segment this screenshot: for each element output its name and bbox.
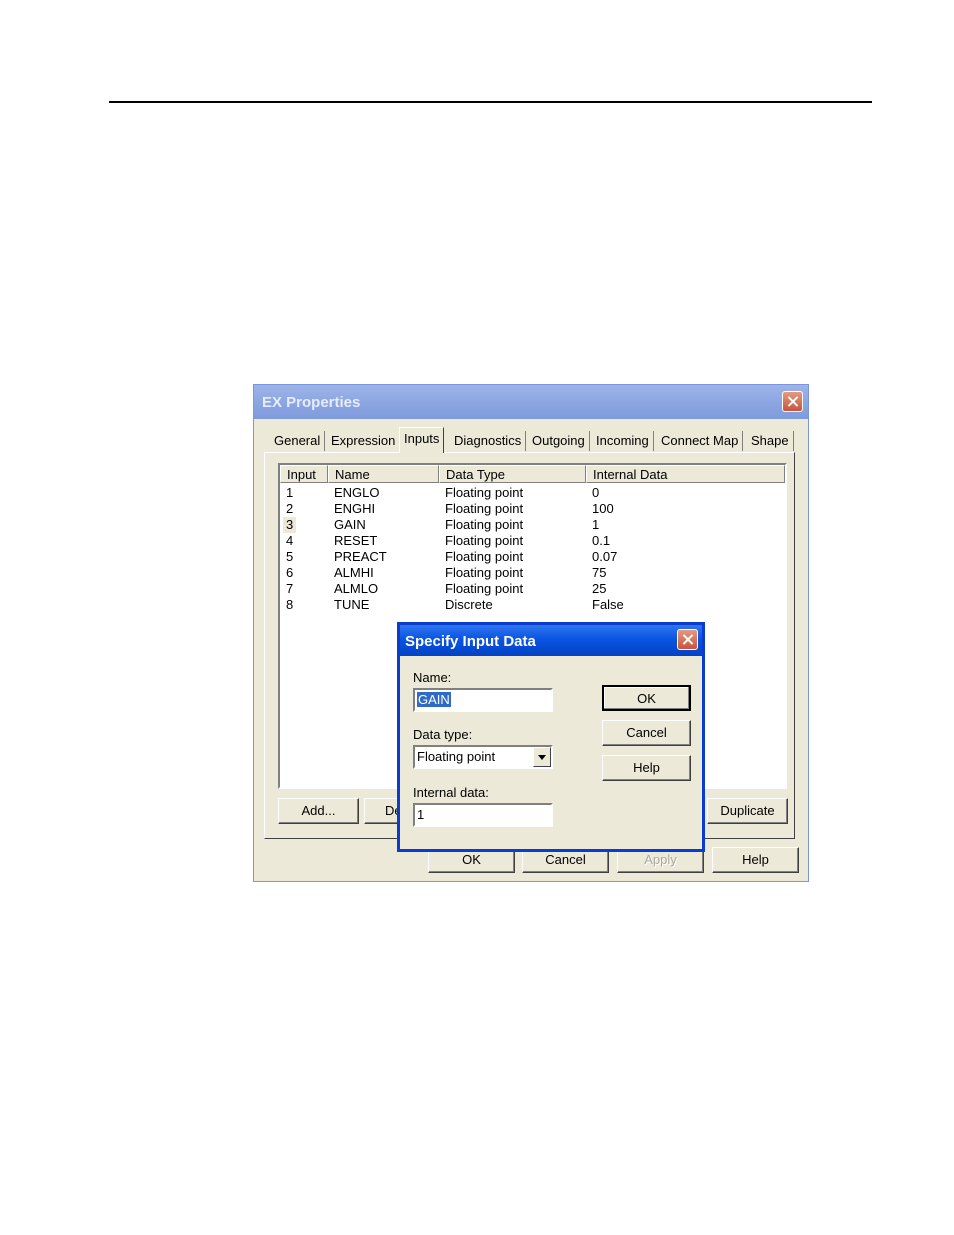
cell-input: 5 [286, 549, 294, 564]
internal-data-value: 1 [417, 807, 425, 822]
tab-diagnostics[interactable]: Diagnostics [450, 431, 527, 451]
sub-title-bar[interactable]: Specify Input Data [400, 625, 702, 656]
table-row[interactable]: 8 TUNE Discrete False [280, 597, 785, 613]
data-type-label: Data type: [413, 727, 473, 742]
page-header-rule [109, 101, 872, 103]
cell-data: 1 [592, 517, 600, 532]
cell-name: ENGLO [334, 485, 380, 500]
close-icon[interactable] [677, 629, 698, 650]
cell-type: Floating point [445, 501, 524, 516]
cell-input: 1 [286, 485, 294, 500]
cell-name: PREACT [334, 549, 387, 564]
tab-outgoing[interactable]: Outgoing [528, 431, 590, 451]
cell-type: Discrete [445, 597, 493, 612]
cell-input: 6 [286, 565, 294, 580]
table-row[interactable]: 4 RESET Floating point 0.1 [280, 533, 785, 549]
cell-data: 75 [592, 565, 607, 580]
cell-type: Floating point [445, 549, 524, 564]
cell-data: 0 [592, 485, 600, 500]
cell-type: Floating point [445, 517, 524, 532]
table-row[interactable]: 7 ALMLO Floating point 25 [280, 581, 785, 597]
chevron-down-icon[interactable] [533, 747, 551, 767]
column-header-input[interactable]: Input [280, 465, 328, 483]
name-field[interactable]: GAIN [413, 688, 553, 712]
tab-connect-map[interactable]: Connect Map [657, 431, 744, 451]
column-header-data-type[interactable]: Data Type [439, 465, 586, 483]
close-icon[interactable] [782, 391, 803, 412]
cell-input: 7 [286, 581, 294, 596]
cell-input: 3 [283, 517, 297, 533]
title-bar[interactable]: EX Properties [254, 385, 808, 419]
duplicate-button[interactable]: Duplicate [707, 798, 788, 824]
list-header: Input Name Data Type Internal Data [280, 465, 785, 483]
internal-data-label: Internal data: [413, 785, 489, 800]
tab-shape[interactable]: Shape [747, 431, 794, 451]
add-button[interactable]: Add... [278, 798, 359, 824]
name-label: Name: [413, 670, 452, 685]
cell-input: 8 [286, 597, 294, 612]
cell-name: TUNE [334, 597, 370, 612]
cell-type: Floating point [445, 485, 524, 500]
cell-type: Floating point [445, 581, 524, 596]
table-row[interactable]: 1 ENGLO Floating point 0 [280, 485, 785, 501]
cell-data: 100 [592, 501, 614, 516]
table-row[interactable]: 6 ALMHI Floating point 75 [280, 565, 785, 581]
cell-type: Floating point [445, 533, 524, 548]
table-row-selected[interactable]: 3 GAIN Floating point 1 [280, 517, 785, 533]
data-type-select[interactable]: Floating point [413, 745, 553, 769]
column-header-name[interactable]: Name [328, 465, 439, 483]
cell-data: 25 [592, 581, 607, 596]
dialog-title: EX Properties [262, 394, 361, 411]
table-row[interactable]: 2 ENGHI Floating point 100 [280, 501, 785, 517]
cell-input: 4 [286, 533, 294, 548]
cell-data: 0.07 [592, 549, 618, 564]
tab-inputs[interactable]: Inputs [399, 427, 445, 453]
tab-incoming[interactable]: Incoming [592, 431, 654, 451]
sub-ok-button[interactable]: OK [602, 685, 691, 711]
sub-dialog-title: Specify Input Data [405, 633, 536, 650]
cell-type: Floating point [445, 565, 524, 580]
tab-expression[interactable]: Expression [327, 431, 401, 451]
cell-input: 2 [286, 501, 294, 516]
sub-help-button[interactable]: Help [602, 755, 691, 781]
help-button[interactable]: Help [712, 847, 799, 873]
cell-name: ALMHI [334, 565, 374, 580]
tab-general[interactable]: General [270, 431, 326, 451]
cell-name: ENGHI [334, 501, 376, 516]
internal-data-field[interactable]: 1 [413, 803, 553, 827]
sub-cancel-button[interactable]: Cancel [602, 720, 691, 746]
cell-name: RESET [334, 533, 378, 548]
data-type-value: Floating point [417, 749, 496, 764]
cell-data: False [592, 597, 624, 612]
table-row[interactable]: 5 PREACT Floating point 0.07 [280, 549, 785, 565]
column-header-internal-data[interactable]: Internal Data [586, 465, 785, 483]
cell-name: GAIN [334, 517, 366, 532]
specify-input-data-dialog: Specify Input Data Name: GAIN Data type:… [397, 622, 705, 852]
cell-data: 0.1 [592, 533, 611, 548]
name-value: GAIN [417, 692, 451, 707]
cell-name: ALMLO [334, 581, 379, 596]
